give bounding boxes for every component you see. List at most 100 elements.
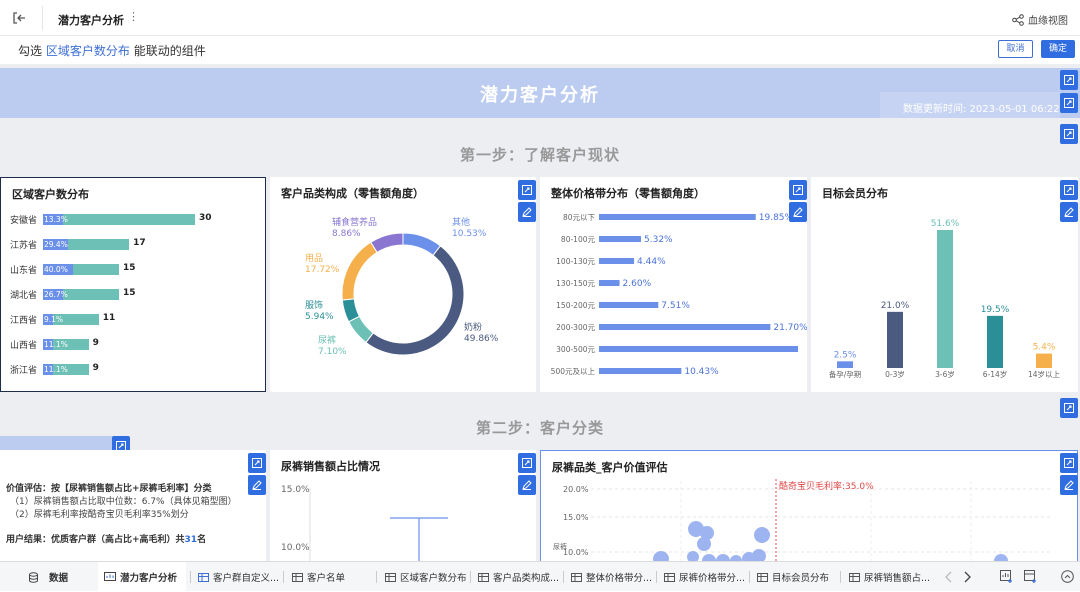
link-setting-icon: [1064, 75, 1074, 85]
link-setting-button[interactable]: [248, 453, 266, 473]
member-bar[interactable]: [987, 315, 1003, 368]
donut-slice[interactable]: [370, 232, 404, 254]
tab-custom-group[interactable]: 客户群自定义...: [198, 562, 279, 592]
table-icon: [849, 572, 860, 582]
tab-scroll-left-icon[interactable]: [944, 571, 954, 583]
cancel-button[interactable]: 取消: [998, 40, 1033, 58]
edit-button[interactable]: [518, 475, 536, 495]
scatter-point[interactable]: [702, 554, 716, 561]
region-count: 9: [92, 338, 99, 348]
scatter-point[interactable]: [752, 549, 766, 561]
region-share-label: 26.7%: [44, 290, 68, 299]
member-bar[interactable]: [887, 311, 903, 368]
member-category-label: 14岁以上: [1028, 369, 1061, 379]
tab-scroll-right-icon[interactable]: [962, 571, 972, 583]
tab-member-distribution[interactable]: 目标会员分布: [757, 562, 829, 592]
lineage-view-button[interactable]: 血缘视图: [1012, 12, 1068, 27]
add-report-icon[interactable]: [1024, 570, 1037, 583]
tab-label: 潜力客户分析: [120, 573, 178, 584]
scatter-point[interactable]: [754, 527, 770, 543]
price-value-label: 10.43%: [684, 367, 719, 377]
category-card[interactable]: 客户品类构成（零售额角度） 其他 10.53% 奶粉 49.86% 尿裤 7.10% 服饰 5…: [270, 177, 536, 392]
region-count: 9: [92, 363, 99, 373]
region-name: 山东省: [10, 266, 38, 276]
scatter-point[interactable]: [716, 554, 730, 561]
link-setting-button[interactable]: [518, 180, 536, 200]
link-setting-button[interactable]: [1060, 124, 1078, 144]
scatter-point[interactable]: [697, 537, 711, 551]
member-bar[interactable]: [937, 230, 953, 368]
edit-button[interactable]: [248, 475, 266, 495]
region-share-label: 29.4%: [44, 240, 68, 249]
tab-data[interactable]: 数据: [28, 562, 68, 592]
tab-region-distribution[interactable]: 区域客户数分布: [385, 562, 467, 592]
donut-slice[interactable]: [341, 241, 378, 301]
link-setting-icon: [252, 458, 262, 468]
price-band-label: 80元以下: [563, 213, 596, 222]
member-bar[interactable]: [1036, 353, 1052, 368]
tab-price-band[interactable]: 整体价格带分...: [571, 562, 652, 592]
price-bar[interactable]: [599, 346, 798, 352]
region-name: 安徽省: [10, 216, 38, 226]
donut-slice[interactable]: [402, 232, 442, 257]
scatter-points: [653, 521, 1008, 561]
link-setting-button[interactable]: [1060, 93, 1078, 113]
tab-potential-customer[interactable]: 潜力客户分析: [98, 562, 186, 592]
region-name: 江苏省: [10, 241, 38, 251]
region-row[interactable]: 江苏省 29.4% 17: [1, 237, 267, 253]
price-bar[interactable]: [599, 302, 659, 308]
tab-diaper-sales-share[interactable]: 尿裤销售额占...: [849, 562, 930, 592]
region-count: 17: [133, 238, 146, 248]
price-bar[interactable]: [599, 236, 642, 242]
price-bar[interactable]: [599, 324, 771, 330]
price-bar[interactable]: [599, 258, 635, 264]
tab-category-composition[interactable]: 客户品类构成...: [478, 562, 559, 592]
back-icon[interactable]: [11, 10, 27, 26]
tab-customer-list[interactable]: 客户名单: [292, 562, 345, 592]
instruction-prefix: 勾选: [18, 44, 43, 58]
region-row[interactable]: 湖北省 26.7% 15: [1, 287, 267, 303]
donut-slice[interactable]: [365, 245, 465, 356]
tab-diaper-price-band[interactable]: 尿裤价格带分...: [664, 562, 745, 592]
y-tick-label: 10.0%: [281, 543, 310, 553]
region-row[interactable]: 江西省 9.1% 11: [1, 312, 267, 328]
add-dashboard-icon[interactable]: [1000, 570, 1013, 583]
scatter-point[interactable]: [994, 554, 1008, 561]
region-row[interactable]: 山东省 40.0% 15: [1, 262, 267, 278]
link-setting-button[interactable]: [1060, 398, 1078, 418]
value-evaluation-card[interactable]: 价值评估：按【尿裤销售额占比+尿裤毛利率】分类 （1）尿裤销售额占比取中位数：6…: [0, 450, 266, 561]
update-time: 数据更新时间: 2023-05-01 06:22: [880, 92, 1060, 118]
edit-button[interactable]: [1060, 475, 1078, 495]
price-bar[interactable]: [599, 214, 756, 220]
member-card[interactable]: 目标会员分布 2.5% 备孕/孕期 21.0% 0-3岁 51.6% 3-6岁 19.5% 6…: [811, 177, 1078, 392]
more-menu-icon[interactable]: ⋮: [128, 10, 139, 23]
slice-pct-label: 5.94%: [305, 312, 334, 322]
top-bar: 潜力客户分析 ⋮ 血缘视图: [0, 0, 1080, 36]
link-setting-button[interactable]: [1060, 70, 1078, 90]
region-row[interactable]: 安徽省 13.3% 30: [1, 212, 267, 228]
member-bar[interactable]: [837, 361, 853, 368]
price-bar[interactable]: [599, 280, 620, 286]
member-column-chart: 2.5% 备孕/孕期 21.0% 0-3岁 51.6% 3-6岁 19.5% 6-14岁 5.4…: [829, 219, 1061, 379]
edit-icon: [522, 480, 532, 490]
region-row[interactable]: 山西省 11.1% 9: [1, 337, 267, 353]
link-setting-button[interactable]: [1060, 180, 1078, 200]
scatter-point[interactable]: [653, 551, 669, 561]
lineage-icon: [1012, 13, 1024, 26]
edit-button[interactable]: [1060, 202, 1078, 222]
link-setting-button[interactable]: [1060, 453, 1078, 473]
region-row[interactable]: 浙江省 11.1% 9: [1, 362, 267, 378]
price-card[interactable]: 整体价格带分布（零售额角度） 80元以下 19.85% 80-100元 5.32% 10…: [540, 177, 807, 392]
edit-button[interactable]: [518, 202, 536, 222]
boxplot-card[interactable]: 尿裤销售额占比情况 15.0% 10.0%: [270, 450, 536, 561]
link-setting-button[interactable]: [789, 180, 807, 200]
link-setting-button[interactable]: [518, 453, 536, 473]
region-customer-card[interactable]: 区域客户数分布 安徽省 13.3% 30 江苏省 29.4% 17 山东省 40.0% 15 湖北…: [0, 177, 266, 392]
price-bar[interactable]: [599, 368, 682, 374]
scatter-card[interactable]: 尿裤品类_客户价值评估 20.0% 15.0% 10.0% 尿裤 酷奇宝贝毛利率…: [540, 450, 1078, 561]
collapse-up-icon[interactable]: [1061, 570, 1074, 583]
linkage-selection-bar: 勾选 区域客户数分布 能联动的组件: [0, 36, 1080, 64]
link-setting-icon: [522, 185, 532, 195]
confirm-button[interactable]: 确定: [1041, 40, 1075, 58]
edit-button[interactable]: [789, 202, 807, 222]
